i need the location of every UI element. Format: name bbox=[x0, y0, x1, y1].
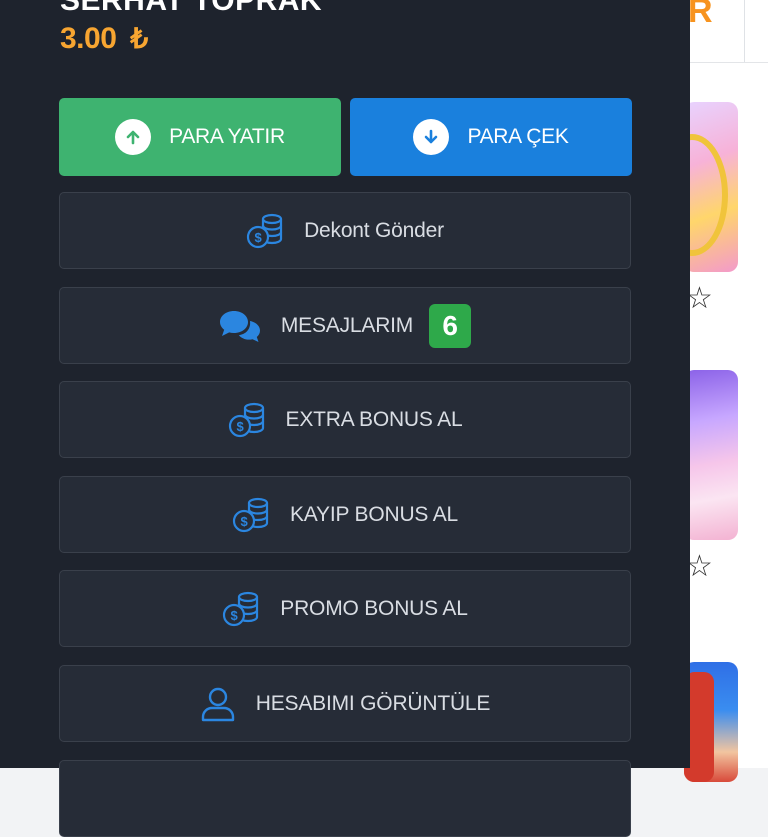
menu-item-hesabimi-goruntule[interactable]: HESABIMI GÖRÜNTÜLE bbox=[59, 665, 631, 742]
menu-item-mesajlarim[interactable]: MESAJLARIM 6 bbox=[59, 287, 631, 364]
message-count-badge: 6 bbox=[429, 303, 472, 348]
menu-item-next[interactable] bbox=[59, 760, 631, 837]
side-drawer: SERHAT TOPRAK 3.00 ₺ PARA YATIR PARA ÇEK … bbox=[0, 0, 690, 837]
favorite-star-icon[interactable]: ☆ bbox=[686, 552, 713, 582]
menu-item-dekont-gonder[interactable]: $ Dekont Gönder bbox=[59, 192, 631, 269]
background-header-fragment: R bbox=[688, 0, 713, 30]
user-name: SERHAT TOPRAK bbox=[60, 0, 323, 17]
balance-amount: 3.00 bbox=[60, 22, 117, 55]
chat-bubbles-icon bbox=[219, 309, 261, 343]
coins-icon: $ bbox=[246, 213, 284, 249]
game-thumbnail[interactable] bbox=[684, 370, 738, 540]
svg-text:$: $ bbox=[231, 608, 239, 623]
background-page: R ☆ ☆ bbox=[684, 0, 768, 782]
user-icon bbox=[200, 686, 236, 722]
favorite-star-icon[interactable]: ☆ bbox=[686, 284, 713, 314]
menu-item-label: PROMO BONUS AL bbox=[280, 596, 468, 620]
svg-text:$: $ bbox=[255, 230, 263, 245]
coins-icon: $ bbox=[222, 591, 260, 627]
menu-item-label: Dekont Gönder bbox=[304, 218, 444, 242]
menu-item-kayip-bonus[interactable]: $ KAYIP BONUS AL bbox=[59, 476, 631, 553]
game-thumbnail[interactable] bbox=[684, 102, 738, 272]
arrow-down-circle-icon bbox=[413, 119, 450, 155]
balance: 3.00 ₺ bbox=[60, 22, 148, 56]
menu-item-label: KAYIP BONUS AL bbox=[290, 502, 458, 526]
menu-item-label: HESABIMI GÖRÜNTÜLE bbox=[255, 691, 491, 715]
arrow-up-circle-icon bbox=[115, 119, 152, 155]
coins-icon: $ bbox=[228, 402, 266, 438]
background-header: R bbox=[688, 0, 768, 63]
coins-icon: $ bbox=[232, 497, 270, 533]
menu-item-label: EXTRA BONUS AL bbox=[285, 407, 463, 431]
currency-symbol: ₺ bbox=[130, 23, 149, 54]
menu-item-label: MESAJLARIM bbox=[280, 313, 414, 337]
withdraw-label: PARA ÇEK bbox=[467, 125, 569, 148]
deposit-label: PARA YATIR bbox=[169, 125, 285, 148]
withdraw-button[interactable]: PARA ÇEK bbox=[350, 98, 632, 176]
svg-text:$: $ bbox=[240, 514, 248, 529]
menu-item-promo-bonus[interactable]: $ PROMO BONUS AL bbox=[59, 570, 631, 647]
header-divider bbox=[744, 0, 745, 62]
svg-text:$: $ bbox=[236, 419, 244, 434]
menu-item-extra-bonus[interactable]: $ EXTRA BONUS AL bbox=[59, 381, 631, 458]
game-thumbnail[interactable] bbox=[684, 662, 738, 782]
deposit-button[interactable]: PARA YATIR bbox=[59, 98, 341, 176]
